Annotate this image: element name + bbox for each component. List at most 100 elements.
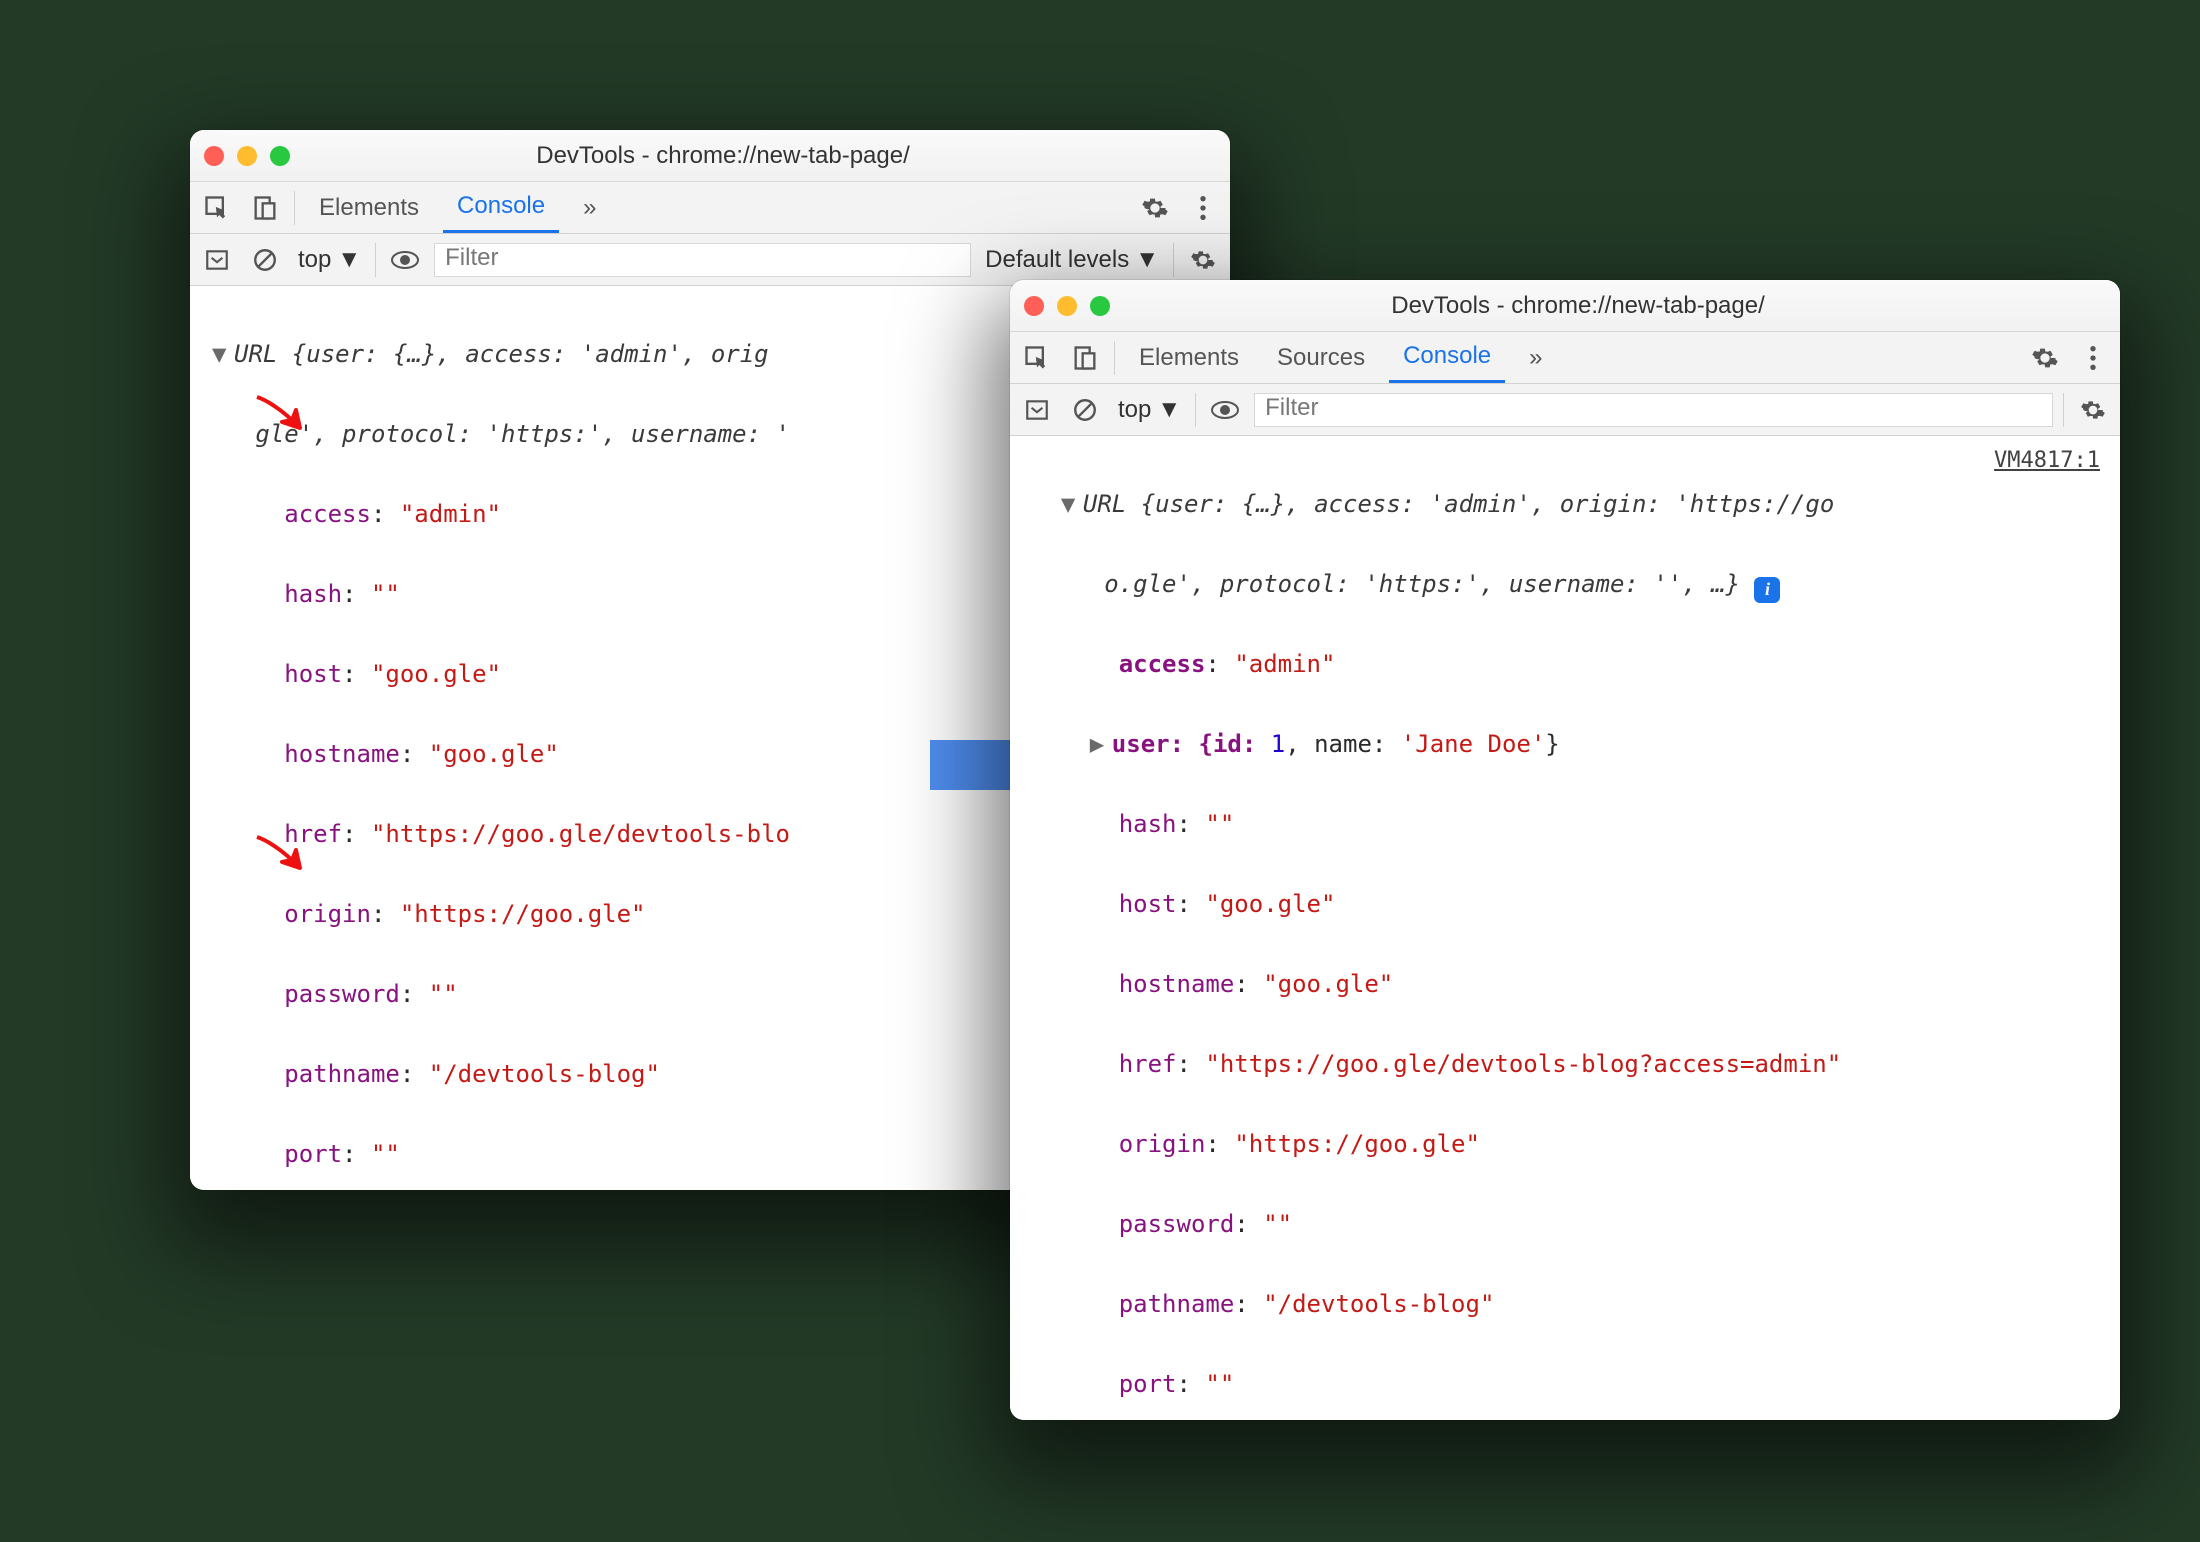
dropdown-icon: ▼: [1135, 246, 1159, 274]
panel-tabbar: Elements Console »: [190, 182, 1230, 234]
prop-value: "goo.gle": [1263, 970, 1393, 998]
prop-key[interactable]: port: [1119, 1370, 1177, 1398]
more-tabs-icon[interactable]: »: [569, 182, 610, 233]
tab-console[interactable]: Console: [1389, 332, 1505, 383]
prop-key[interactable]: password: [284, 980, 400, 1008]
prop-value: "/devtools-blog": [1263, 1290, 1494, 1318]
prop-value: "": [1205, 810, 1234, 838]
filter-input[interactable]: Filter: [434, 243, 971, 277]
device-toggle-icon[interactable]: [246, 189, 284, 227]
disclosure-triangle[interactable]: ▶: [1090, 724, 1112, 764]
zoom-icon[interactable]: [1090, 296, 1110, 316]
levels-selector[interactable]: Default levels ▼: [981, 246, 1163, 274]
gear-icon[interactable]: [1184, 241, 1222, 279]
window-title: DevTools - chrome://new-tab-page/: [1120, 292, 2106, 320]
prop-value: "admin": [1234, 650, 1335, 678]
tab-sources[interactable]: Sources: [1263, 332, 1379, 383]
prop-key[interactable]: access: [1119, 650, 1206, 678]
prop-value: "/devtools-blog": [429, 1060, 660, 1088]
titlebar: DevTools - chrome://new-tab-page/: [190, 130, 1230, 182]
prop-key[interactable]: password: [1119, 1210, 1235, 1238]
prop-key[interactable]: hostname: [284, 740, 400, 768]
zoom-icon[interactable]: [270, 146, 290, 166]
traffic-lights: [204, 146, 290, 166]
source-link[interactable]: VM4817:1: [1994, 448, 2100, 473]
inspect-icon[interactable]: [198, 189, 236, 227]
prop-key[interactable]: access: [284, 500, 371, 528]
context-selector[interactable]: top ▼: [294, 246, 365, 274]
live-expression-icon[interactable]: [386, 241, 424, 279]
clear-console-icon[interactable]: [1066, 391, 1104, 429]
object-header-cont: gle', protocol: 'https:', username: ': [255, 420, 790, 448]
devtools-window-after: DevTools - chrome://new-tab-page/ Elemen…: [1010, 280, 2120, 1420]
prop-key[interactable]: hash: [284, 580, 342, 608]
prop-value: "https://goo.gle": [400, 900, 646, 928]
inspect-icon[interactable]: [1018, 339, 1056, 377]
gear-icon[interactable]: [1136, 189, 1174, 227]
prop-value: "goo.gle": [371, 660, 501, 688]
prop-value: "https://goo.gle": [1234, 1130, 1480, 1158]
dropdown-icon: ▼: [1157, 396, 1181, 424]
more-tabs-icon[interactable]: »: [1515, 332, 1556, 383]
tab-elements[interactable]: Elements: [305, 182, 433, 233]
prop-value-number: 1: [1271, 730, 1285, 758]
filter-input[interactable]: Filter: [1254, 393, 2053, 427]
sidebar-toggle-icon[interactable]: [1018, 391, 1056, 429]
prop-key[interactable]: pathname: [284, 1060, 400, 1088]
prop-key[interactable]: user: {id:: [1112, 730, 1271, 758]
kebab-menu-icon[interactable]: [1184, 189, 1222, 227]
prop-value: "goo.gle": [1205, 890, 1335, 918]
prop-key[interactable]: origin: [284, 900, 371, 928]
context-label: top: [298, 246, 331, 274]
minimize-icon[interactable]: [237, 146, 257, 166]
context-label: top: [1118, 396, 1151, 424]
prop-value: "": [371, 580, 400, 608]
prop-value: "": [1205, 1370, 1234, 1398]
kebab-menu-icon[interactable]: [2074, 339, 2112, 377]
prop-key[interactable]: host: [284, 660, 342, 688]
annotation-arrow-icon: [252, 832, 312, 872]
prop-value-string: 'Jane Doe': [1401, 730, 1546, 758]
prop-value: "https://goo.gle/devtools-blog?access=ad…: [1205, 1050, 1841, 1078]
info-badge-icon[interactable]: i: [1754, 577, 1780, 603]
prop-value: "": [371, 1140, 400, 1168]
minimize-icon[interactable]: [1057, 296, 1077, 316]
object-header[interactable]: URL {user: {…}, access: 'admin', orig: [234, 340, 769, 368]
prop-key[interactable]: hostname: [1119, 970, 1235, 998]
tab-elements[interactable]: Elements: [1125, 332, 1253, 383]
panel-tabbar: Elements Sources Console »: [1010, 332, 2120, 384]
console-filterbar: top ▼ Filter: [1010, 384, 2120, 436]
prop-key[interactable]: pathname: [1119, 1290, 1235, 1318]
prop-key[interactable]: origin: [1119, 1130, 1206, 1158]
tab-console[interactable]: Console: [443, 182, 559, 233]
sidebar-toggle-icon[interactable]: [198, 241, 236, 279]
prop-value: "": [1263, 1210, 1292, 1238]
prop-key[interactable]: host: [1119, 890, 1177, 918]
gear-icon[interactable]: [2026, 339, 2064, 377]
prop-value: "admin": [400, 500, 501, 528]
prop-key[interactable]: port: [284, 1140, 342, 1168]
prop-value: "": [429, 980, 458, 1008]
window-title: DevTools - chrome://new-tab-page/: [300, 142, 1216, 170]
gear-icon[interactable]: [2074, 391, 2112, 429]
prop-key[interactable]: href: [1119, 1050, 1177, 1078]
prop-key[interactable]: hash: [1119, 810, 1177, 838]
object-header-cont: o.gle', protocol: 'https:', username: ''…: [1104, 570, 1740, 598]
device-toggle-icon[interactable]: [1066, 339, 1104, 377]
traffic-lights: [1024, 296, 1110, 316]
close-icon[interactable]: [204, 146, 224, 166]
prop-value: "https://goo.gle/devtools-blo: [371, 820, 790, 848]
levels-label: Default levels: [985, 246, 1129, 274]
clear-console-icon[interactable]: [246, 241, 284, 279]
console-output: VM4817:1 ▼URL {user: {…}, access: 'admin…: [1010, 436, 2120, 1420]
disclosure-triangle[interactable]: ▼: [1061, 484, 1083, 524]
close-icon[interactable]: [1024, 296, 1044, 316]
disclosure-triangle[interactable]: ▼: [212, 334, 234, 374]
prop-value: "goo.gle": [429, 740, 559, 768]
console-filterbar: top ▼ Filter Default levels ▼: [190, 234, 1230, 286]
live-expression-icon[interactable]: [1206, 391, 1244, 429]
titlebar: DevTools - chrome://new-tab-page/: [1010, 280, 2120, 332]
context-selector[interactable]: top ▼: [1114, 396, 1185, 424]
annotation-arrow-icon: [252, 392, 312, 432]
object-header[interactable]: URL {user: {…}, access: 'admin', origin:…: [1083, 490, 1834, 518]
